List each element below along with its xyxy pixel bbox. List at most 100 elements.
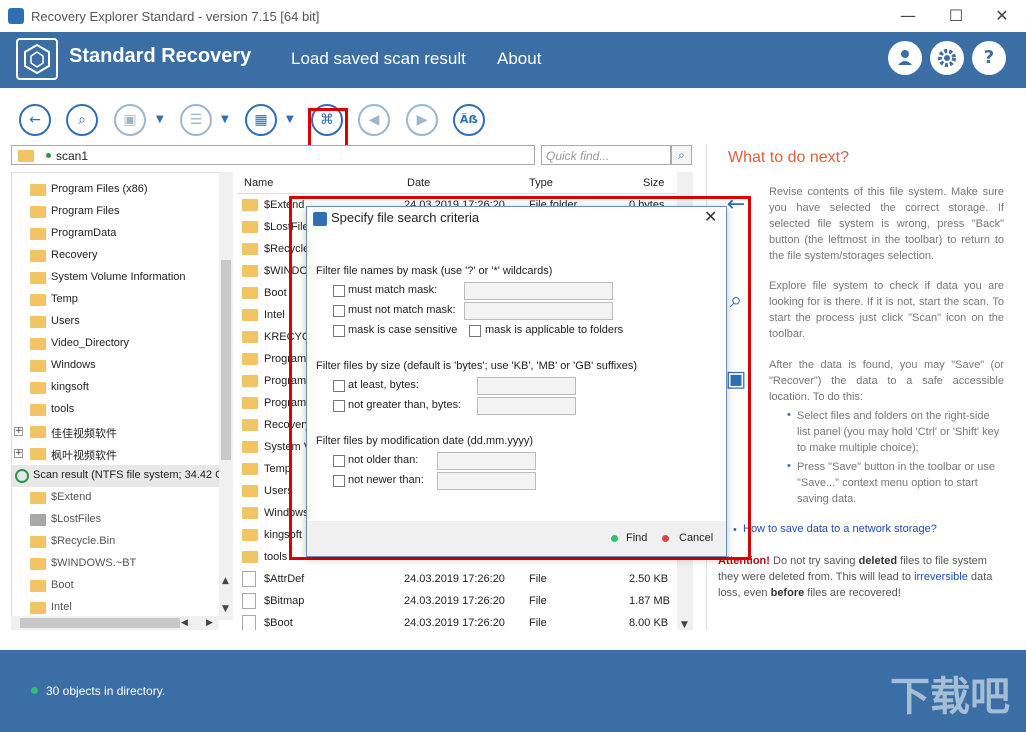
folder-icon [242, 243, 258, 255]
help-button[interactable]: ? [972, 41, 1006, 75]
row-size: 8.00 KB [629, 617, 669, 629]
tree-item-label: Intel [51, 601, 72, 613]
charset-icon[interactable]: Äẞ [453, 104, 485, 136]
folder-icon [30, 514, 46, 526]
tree-item[interactable]: + 佳佳视频软件 [12, 421, 222, 443]
scroll-up-icon[interactable]: ▲ [222, 576, 229, 586]
help-title: What to do next? [728, 149, 849, 166]
scroll-right-icon[interactable]: ▶ [206, 618, 213, 628]
tree-item[interactable]: Boot [12, 575, 222, 597]
folder-icon [30, 250, 46, 262]
tree-item[interactable]: $Recycle.Bin [12, 531, 222, 553]
maximize-button[interactable]: ☐ [941, 4, 971, 28]
user-icon[interactable] [888, 41, 922, 75]
status-dot [46, 153, 51, 158]
tree-item[interactable]: Program Files [12, 201, 222, 223]
help-paragraph: After the data is found, you may "Save" … [769, 359, 1004, 403]
save-dropdown-icon[interactable]: ▼ [156, 114, 164, 125]
dialog-titlebar: Specify file search criteria ✕ [307, 207, 726, 229]
scroll-down-icon[interactable]: ▼ [681, 620, 688, 630]
tree-item[interactable]: Temp [12, 289, 222, 311]
tree-item[interactable]: Windows [12, 355, 222, 377]
next-icon[interactable]: ▶ [406, 104, 438, 136]
must-match-label: must match mask: [348, 284, 438, 296]
row-type: File [529, 617, 547, 629]
scan-icon[interactable]: ⌕ [66, 104, 98, 136]
tree-item[interactable]: Video_Directory [12, 333, 222, 355]
row-name: Intel [264, 309, 285, 321]
close-button[interactable]: ✕ [987, 4, 1017, 28]
expand-icon[interactable]: + [14, 427, 23, 436]
path-bar[interactable]: scan1 [11, 145, 535, 165]
scroll-down-icon[interactable]: ▼ [222, 604, 229, 614]
folder-icon [18, 150, 34, 162]
must-not-match-checkbox[interactable] [333, 305, 345, 317]
folder-icon [30, 382, 46, 394]
column-type[interactable]: Type [529, 177, 553, 189]
back-icon[interactable]: ← [19, 104, 51, 136]
tree-item-label: $LostFiles [51, 513, 102, 525]
tree-item[interactable]: System Volume Information [12, 267, 222, 289]
folder-icon [242, 419, 258, 431]
at-least-checkbox[interactable] [333, 380, 345, 392]
tree-item[interactable]: $WINDOWS.~BT [12, 553, 222, 575]
search-icon[interactable]: ⌕ [671, 145, 692, 165]
tree-scan-result[interactable]: Scan result (NTFS file system; 34.42 GB [12, 465, 231, 487]
not-greater-label: not greater than, bytes: [348, 399, 462, 411]
find-button[interactable]: Find [626, 532, 647, 544]
column-date[interactable]: Date [407, 177, 430, 189]
list-icon[interactable]: ☰ [180, 104, 212, 136]
view-dropdown-icon[interactable]: ▼ [286, 114, 294, 125]
row-type: File [529, 573, 547, 585]
not-older-input[interactable] [437, 452, 536, 470]
not-newer-input[interactable] [437, 472, 536, 490]
folder-icon [242, 485, 258, 497]
folder-icon [30, 294, 46, 306]
must-match-checkbox[interactable] [333, 285, 345, 297]
cancel-button[interactable]: Cancel [679, 532, 713, 544]
folder-tree: Program Files (x86) Program Files Progra… [11, 172, 233, 620]
network-storage-link[interactable]: How to save data to a network storage? [743, 523, 937, 535]
tree-item[interactable]: $LostFiles [12, 509, 222, 531]
column-name[interactable]: Name [244, 177, 273, 189]
gear-icon[interactable] [930, 41, 964, 75]
tree-item[interactable]: + 枫叶视频软件 [12, 443, 222, 465]
must-not-match-label: must not match mask: [348, 304, 456, 316]
list-dropdown-icon[interactable]: ▼ [221, 114, 229, 125]
must-not-match-input[interactable] [464, 302, 613, 320]
expand-icon[interactable]: + [14, 449, 23, 458]
not-newer-checkbox[interactable] [333, 475, 345, 487]
tree-item[interactable]: ProgramData [12, 223, 222, 245]
nav-about[interactable]: About [497, 49, 541, 69]
table-row[interactable]: $Boot 24.03.2019 17:26:20 File 8.00 KB [237, 612, 677, 630]
case-sensitive-checkbox[interactable] [333, 325, 345, 337]
prev-icon[interactable]: ◀ [358, 104, 390, 136]
tree-hscroll-thumb[interactable] [20, 618, 180, 628]
row-date: 24.03.2019 17:26:20 [404, 573, 505, 585]
close-icon[interactable]: ✕ [704, 207, 717, 226]
at-least-input[interactable] [477, 377, 576, 395]
not-older-checkbox[interactable] [333, 455, 345, 467]
not-greater-checkbox[interactable] [333, 400, 345, 412]
save-icon[interactable]: ▣ [114, 104, 146, 136]
table-row[interactable]: $Bitmap 24.03.2019 17:26:20 File 1.87 MB [237, 590, 677, 612]
help-panel: What to do next? Revise contents of this… [706, 144, 1026, 630]
tree-item[interactable]: Recovery [12, 245, 222, 267]
tree-item[interactable]: $Extend [12, 487, 222, 509]
tree-item[interactable]: tools [12, 399, 222, 421]
quick-find-input[interactable]: Quick find... [541, 145, 671, 165]
scroll-left-icon[interactable]: ◀ [181, 618, 188, 628]
not-greater-input[interactable] [477, 397, 576, 415]
must-match-input[interactable] [464, 282, 613, 300]
attention-text: deleted [858, 555, 898, 567]
minimize-button[interactable]: — [893, 4, 923, 28]
table-row[interactable]: $AttrDef 24.03.2019 17:26:20 File 2.50 KB [237, 568, 677, 590]
tree-item[interactable]: Program Files (x86) [12, 179, 222, 201]
tree-scroll-thumb[interactable] [221, 260, 231, 460]
tree-item[interactable]: Users [12, 311, 222, 333]
view-icon[interactable]: ▦ [245, 104, 277, 136]
column-size[interactable]: Size [643, 177, 664, 189]
applicable-folders-checkbox[interactable] [469, 325, 481, 337]
nav-load-saved-scan[interactable]: Load saved scan result [291, 49, 466, 69]
tree-item[interactable]: kingsoft [12, 377, 222, 399]
